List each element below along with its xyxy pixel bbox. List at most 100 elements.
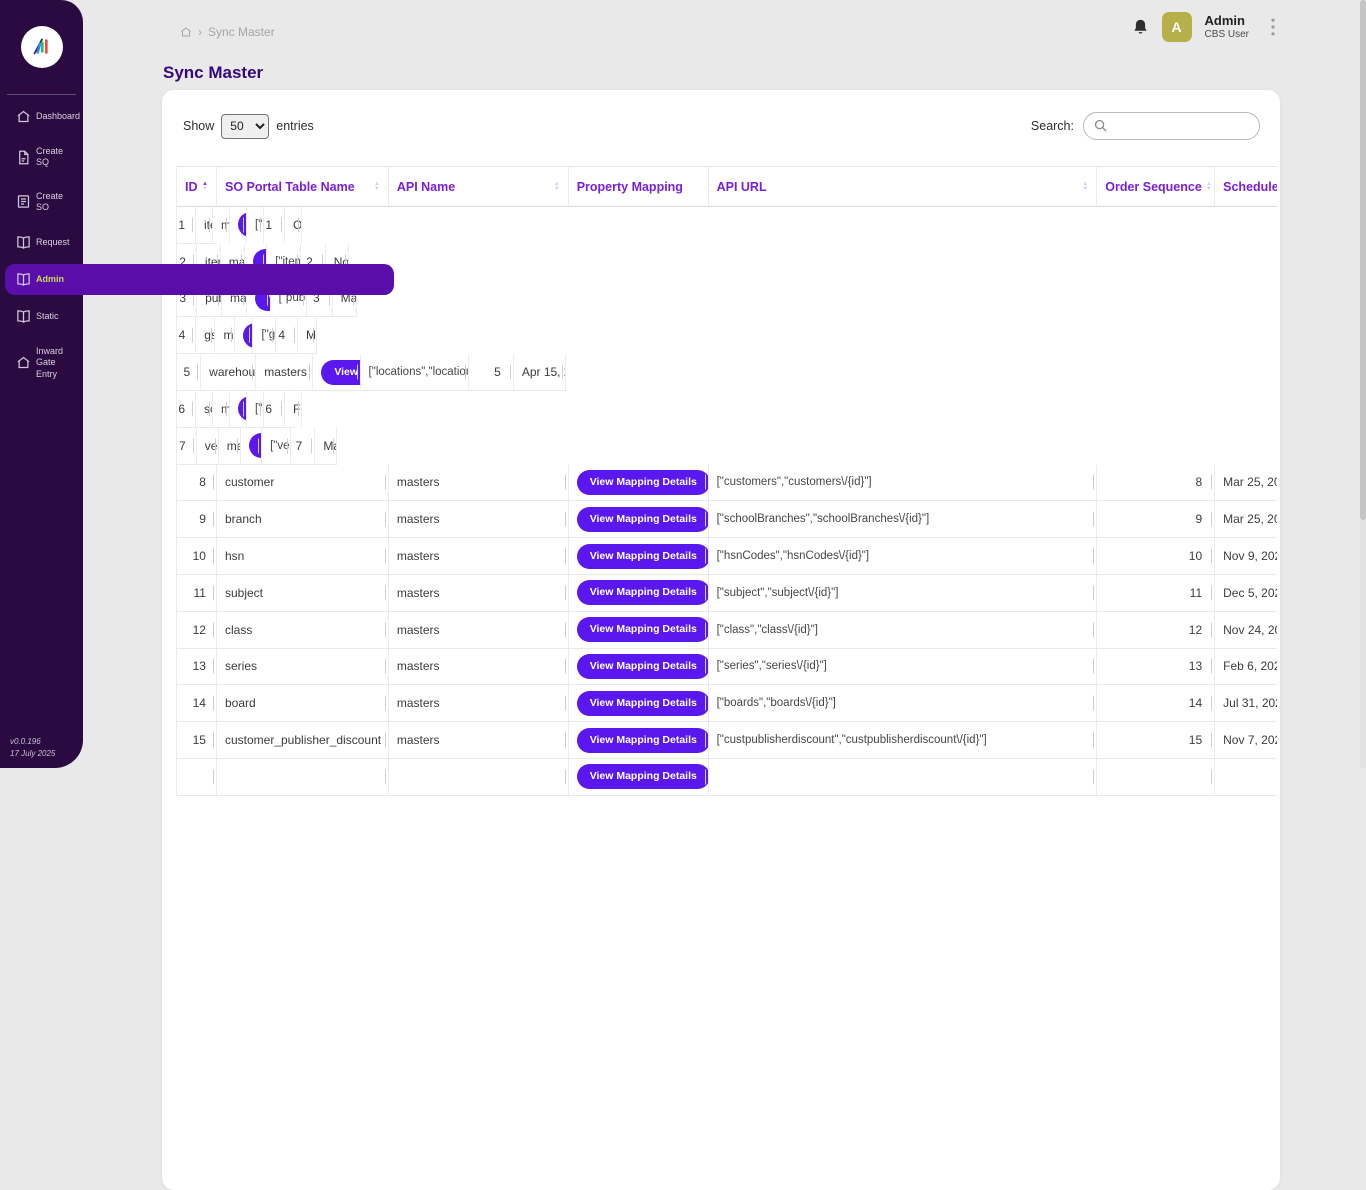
cell-scheduled: Nov 7, 202 [1215,722,1277,758]
cell-api-url: ["schoolGroups","schoolGroups\/{id}"] [247,391,264,427]
cell-order-sequence: 12 [1097,612,1215,648]
home-icon [16,109,31,124]
sidebar-item-request[interactable]: Request [5,227,145,258]
cell-api-url: ["schoolBranches","schoolBranches\/{id}"… [709,501,1098,537]
cell-api-name: masters [389,465,569,501]
home-icon [16,355,31,370]
entries-label: entries [276,119,314,133]
cell-property-mapping: View Mapping Details [569,685,709,721]
cell-order-sequence: 7 [291,428,315,464]
view-mapping-details-button[interactable]: View Mapping Details [577,507,709,532]
user-role: CBS User [1205,29,1249,41]
cell-property-mapping: View Mapping Details [230,391,247,427]
app-version: v0.0.196 17 July 2025 [10,736,55,760]
cell-property-mapping: View Mapping Details [230,207,247,243]
cell-property-mapping: View Mapping Details [569,465,709,501]
book-open-icon [16,272,31,287]
view-mapping-details-button[interactable]: View Mapping Details [577,728,709,753]
cell-order-sequence: 9 [1097,501,1215,537]
cell-id: 4 [177,317,196,353]
table-row: 8 customer masters View Mapping Details … [177,465,1277,502]
view-mapping-details-button[interactable]: View Mapping Details [238,396,247,421]
kebab-menu-icon[interactable] [1266,18,1280,36]
view-mapping-details-button[interactable]: View Mapping Details [249,433,262,458]
view-mapping-details-button[interactable]: View Mapping Details [577,580,709,605]
scrollbar-thumb[interactable] [1360,0,1366,520]
cell-table-name: hsn [217,538,389,574]
cell-table-name: board [217,685,389,721]
sidebar-item-inward-gate-entry[interactable]: Inward Gate Entry [5,338,165,388]
cell-api-url: ["subject","subject\/{id}"] [709,575,1098,611]
cell-api-url: ["itemCategories","itemCategories\/{id}"… [247,207,264,243]
cell-id: 15 [177,722,217,758]
notification-bell-icon[interactable] [1132,18,1149,37]
cell-id: 11 [177,575,217,611]
book-open-icon [16,235,31,250]
app-logo[interactable] [21,26,63,68]
user-info[interactable]: Admin CBS User [1205,14,1249,40]
cell-order-sequence: 1 [264,207,285,243]
search-label: Search: [1031,119,1074,133]
view-mapping-details-button[interactable]: View Mapping Details [238,212,247,237]
view-mapping-details-button[interactable]: View Mapping Details [577,691,709,716]
cell-api-url: ["boards","boards\/{id}"] [709,685,1098,721]
table-row: 13 series masters View Mapping Details [… [177,649,1277,686]
column-header-scheduled[interactable]: Scheduled ▲▼ [1215,167,1277,206]
cell-api-url: ["series","series\/{id}"] [709,649,1098,685]
view-mapping-details-button[interactable]: View Mapping Details [321,360,360,385]
cell-scheduled [1215,759,1277,795]
column-header-api-name[interactable]: API Name ▲▼ [389,167,569,206]
cell-api-url: ["locations","locations\/{id}"] [361,354,469,390]
view-mapping-details-button[interactable]: View Mapping Details [577,544,709,569]
table-row: 7 vendor masters View Mapping Details ["… [177,428,337,465]
file-icon [16,150,31,165]
sidebar-item-static[interactable]: Static [5,301,123,332]
window-scrollbar[interactable] [1360,0,1366,768]
cell-order-sequence: 4 [276,317,298,353]
sidebar-item-dashboard[interactable]: Dashboard [5,101,45,132]
cell-api-name [389,759,569,795]
column-header-so-portal-table-name[interactable]: SO Portal Table Name ▲▼ [217,167,389,206]
search-icon [1093,118,1108,133]
table-row: 6 school_group masters View Mapping Deta… [177,391,295,428]
cell-order-sequence: 15 [1097,722,1215,758]
cell-scheduled: Jul 31, 202 [1215,685,1277,721]
view-mapping-details-button[interactable]: View Mapping Details [577,654,709,679]
view-mapping-details-button[interactable]: View Mapping Details [243,323,254,348]
sidebar-item-create-so[interactable]: Create SO [5,183,185,222]
sort-arrows-icon: ▲▼ [554,182,560,192]
page-size-select[interactable]: 50 [221,114,269,139]
table-row: 10 hsn masters View Mapping Details ["hs… [177,538,1277,575]
home-icon[interactable] [180,26,192,38]
search-control: Search: [1031,112,1260,140]
cell-api-name: masters [389,649,569,685]
cell-table-name: gst_group [196,317,215,353]
cell-table-name: warehouse [201,354,256,390]
cell-api-name: masters [213,391,230,427]
cell-scheduled: Apr 15, 202 [514,354,566,390]
sort-arrows-icon: ▲▼ [1082,182,1088,192]
cell-order-sequence: 13 [1097,649,1215,685]
column-header-api-url[interactable]: API URL ▲▼ [709,167,1098,206]
column-header-order-sequence[interactable]: Order Sequence ▲▼ [1097,167,1215,206]
cell-scheduled: Oct 31, 202 [285,207,302,243]
sidebar-item-admin[interactable]: Admin [5,264,394,295]
view-mapping-details-button[interactable]: View Mapping Details [577,617,709,642]
search-input[interactable] [1083,112,1260,140]
sync-master-card: Show 50 entries Search: ID [162,90,1280,1190]
cell-scheduled: Feb 26, 20 [285,391,302,427]
cell-id: 6 [177,391,196,427]
cell-scheduled: Mar 25, 20 [315,428,337,464]
cell-property-mapping: View Mapping Details [569,612,709,648]
sidebar-item-create-sq[interactable]: Create SQ [5,138,177,177]
cell-id: 8 [177,465,217,501]
sidebar: Dashboard Create SQ Create SO Request Ad… [0,0,83,768]
view-mapping-details-button[interactable]: View Mapping Details [577,470,709,495]
table-body: 1 item_category masters View Mapping Det… [177,207,1277,796]
avatar[interactable]: A [1162,12,1192,42]
cell-table-name: branch [217,501,389,537]
cell-table-name: customer [217,465,389,501]
view-mapping-details-button[interactable]: View Mapping Details [577,764,709,789]
column-header-property-mapping[interactable]: Property Mapping ▲▼ [569,167,709,206]
cell-api-name: masters [389,575,569,611]
